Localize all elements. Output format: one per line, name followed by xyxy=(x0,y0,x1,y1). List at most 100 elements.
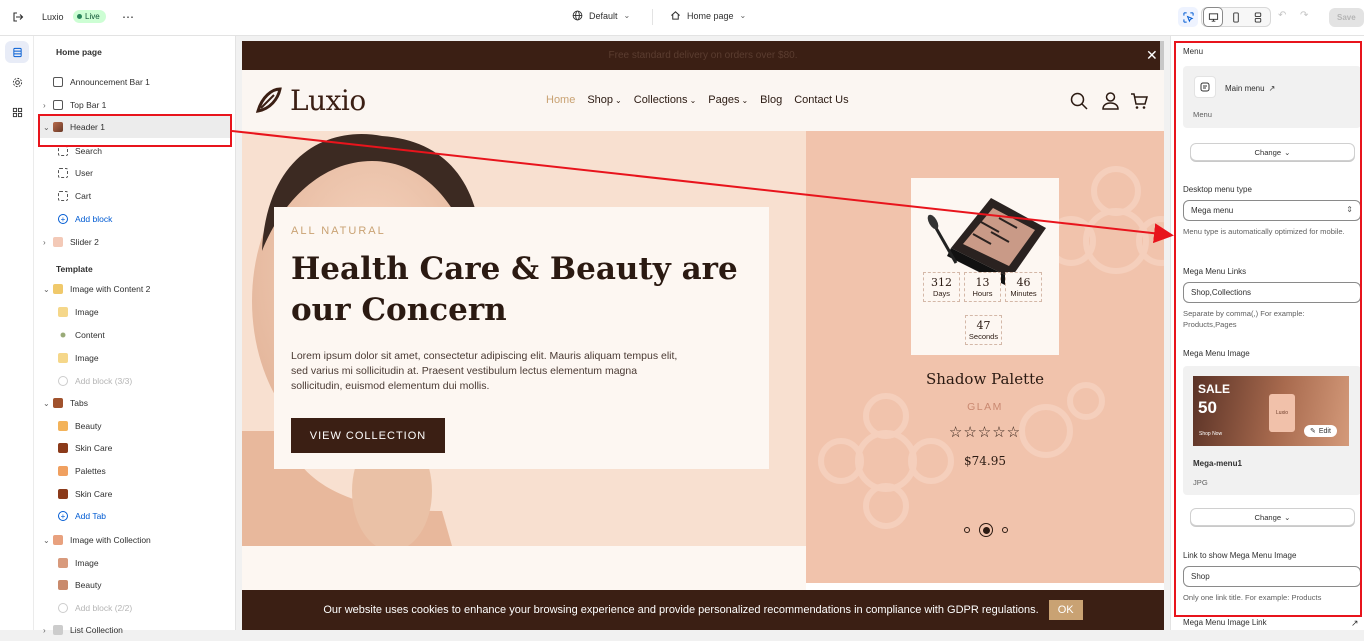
slider-dots xyxy=(964,523,1008,537)
image-icon xyxy=(58,307,68,317)
tab-icon xyxy=(58,489,68,499)
add-block-disabled: Add block (2/2) xyxy=(34,597,234,619)
add-block-disabled: Add block (3/3) xyxy=(34,370,234,392)
theme-selector[interactable]: Default ⌄ xyxy=(572,10,630,21)
save-button[interactable]: Save xyxy=(1329,8,1364,27)
editor-topbar: Luxio Live ⋯ Default ⌄ Home page ⌄ ↶ ↷ S… xyxy=(0,0,1364,36)
cookie-text: Our website uses cookies to enhance your… xyxy=(323,604,1039,616)
chevron-right-icon[interactable]: › xyxy=(43,626,53,635)
block-icon xyxy=(58,168,68,178)
hero-eyebrow: ALL NATURAL xyxy=(291,225,386,237)
main-nav: Home Shop ⌄ Collections ⌄ Pages ⌄ Blog Cont… xyxy=(546,94,849,106)
sidebar-block-image[interactable]: Image xyxy=(34,347,234,369)
product-title[interactable]: Shadow Palette xyxy=(886,370,1084,388)
view-collection-button[interactable]: VIEW COLLECTION xyxy=(291,418,445,453)
chevron-right-icon[interactable]: › xyxy=(43,101,53,110)
topbar-icon xyxy=(53,100,63,110)
tab-icon xyxy=(58,421,68,431)
icon-rail xyxy=(0,36,34,630)
chevron-down-icon[interactable]: ⌄ xyxy=(43,399,53,408)
nav-collections[interactable]: Collections ⌄ xyxy=(634,94,697,106)
plus-circle-icon xyxy=(58,376,68,386)
slide-dot[interactable] xyxy=(1002,527,1008,533)
storefront-preview: Free standard delivery on orders over $8… xyxy=(242,41,1164,630)
add-block-button[interactable]: + Add block xyxy=(34,208,234,230)
sidebar-block-user[interactable]: User xyxy=(34,162,234,184)
mega-image-link-label: Mega Menu Image Link xyxy=(1183,618,1267,627)
cookie-ok-button[interactable]: OK xyxy=(1048,600,1083,620)
chevron-right-icon[interactable]: › xyxy=(43,238,53,247)
live-badge: Live xyxy=(73,10,106,23)
sidebar-page-title: Home page xyxy=(56,47,102,57)
nav-shop[interactable]: Shop ⌄ xyxy=(587,94,621,106)
close-icon[interactable]: ✕ xyxy=(1146,47,1158,64)
sidebar-item-list-collection[interactable]: › List Collection xyxy=(34,619,234,641)
content-icon xyxy=(58,330,68,340)
slider-icon xyxy=(53,237,63,247)
sidebar-item-image-with-collection[interactable]: ⌄ Image with Collection xyxy=(34,529,234,551)
sidebar-item-top-bar[interactable]: › Top Bar 1 xyxy=(34,94,234,116)
chevron-down-icon[interactable]: ⌄ xyxy=(43,536,53,545)
section-icon xyxy=(53,284,63,294)
sidebar-block-skin-care[interactable]: Skin Care xyxy=(34,437,234,459)
image-icon xyxy=(58,558,68,568)
nav-home[interactable]: Home xyxy=(546,94,575,106)
section-icon xyxy=(53,535,63,545)
site-logo[interactable]: Luxio xyxy=(252,83,366,117)
search-icon[interactable] xyxy=(1070,92,1088,110)
section-spacer xyxy=(242,546,806,590)
slide-dot-active[interactable] xyxy=(979,523,993,537)
undo-icon[interactable]: ↶ xyxy=(1278,10,1286,21)
block-icon xyxy=(58,146,68,156)
sidebar-block-beauty[interactable]: Beauty xyxy=(34,415,234,437)
apps-icon[interactable] xyxy=(5,101,29,123)
exit-icon[interactable] xyxy=(8,7,28,27)
nav-contact[interactable]: Contact Us xyxy=(794,94,848,106)
sidebar-block-image[interactable]: Image xyxy=(34,552,234,574)
settings-gear-icon[interactable] xyxy=(5,71,29,93)
site-header: Luxio Home Shop ⌄ Collections ⌄ Pages ⌄ Blo… xyxy=(242,70,1164,131)
product-card[interactable]: 312 Days 13 Hours 46 Minutes 47 Seconds xyxy=(911,178,1059,355)
redo-icon[interactable]: ↷ xyxy=(1300,10,1308,21)
countdown-seconds: 47 Seconds xyxy=(965,315,1002,345)
chevron-down-icon[interactable]: ⌄ xyxy=(43,285,53,294)
sidebar-block-skin-care[interactable]: Skin Care xyxy=(34,483,234,505)
external-link-icon[interactable]: ↗ xyxy=(1351,618,1359,629)
countdown-row: 312 Days 13 Hours 46 Minutes xyxy=(923,272,1042,302)
sidebar-item-announcement-bar[interactable]: Announcement Bar 1 xyxy=(34,71,234,93)
template-heading: Template xyxy=(56,264,93,274)
inspector-icon[interactable] xyxy=(1178,7,1198,27)
announcement-bar: Free standard delivery on orders over $8… xyxy=(242,41,1164,70)
chevron-down-icon: ⌄ xyxy=(739,11,747,20)
countdown-days: 312 Days xyxy=(923,272,960,302)
sidebar-block-palettes[interactable]: Palettes xyxy=(34,460,234,482)
tab-icon xyxy=(58,443,68,453)
page-selector[interactable]: Home page ⌄ xyxy=(670,10,746,21)
sections-icon[interactable] xyxy=(5,41,29,63)
block-icon xyxy=(58,191,68,201)
sidebar-item-slider[interactable]: › Slider 2 xyxy=(34,231,234,253)
user-icon[interactable] xyxy=(1102,92,1119,110)
hero-body: Lorem ipsum dolor sit amet, consectetur … xyxy=(291,350,678,392)
cart-icon[interactable] xyxy=(1130,92,1148,110)
mobile-icon[interactable] xyxy=(1226,7,1246,27)
product-vendor: GLAM xyxy=(967,401,1003,413)
slide-dot[interactable] xyxy=(964,527,970,533)
sidebar-block-image[interactable]: Image xyxy=(34,301,234,323)
nav-pages[interactable]: Pages ⌄ xyxy=(708,94,748,106)
image-icon xyxy=(58,353,68,363)
sidebar-block-content[interactable]: Content xyxy=(34,324,234,346)
desktop-icon[interactable] xyxy=(1203,7,1223,27)
rating-stars: ☆☆☆☆☆ xyxy=(948,424,1022,441)
chevron-down-icon: ⌄ xyxy=(623,11,631,20)
more-icon[interactable]: ⋯ xyxy=(118,7,138,27)
sidebar-block-beauty[interactable]: Beauty xyxy=(34,574,234,596)
nav-blog[interactable]: Blog xyxy=(760,94,782,106)
tabs-icon xyxy=(53,398,63,408)
fullscreen-icon[interactable] xyxy=(1248,7,1268,27)
countdown-minutes: 46 Minutes xyxy=(1005,272,1042,302)
add-tab-button[interactable]: + Add Tab xyxy=(34,505,234,527)
sidebar-block-cart[interactable]: Cart xyxy=(34,185,234,207)
sidebar-item-tabs[interactable]: ⌄ Tabs xyxy=(34,392,234,414)
sidebar-item-image-with-content[interactable]: ⌄ Image with Content 2 xyxy=(34,278,234,300)
